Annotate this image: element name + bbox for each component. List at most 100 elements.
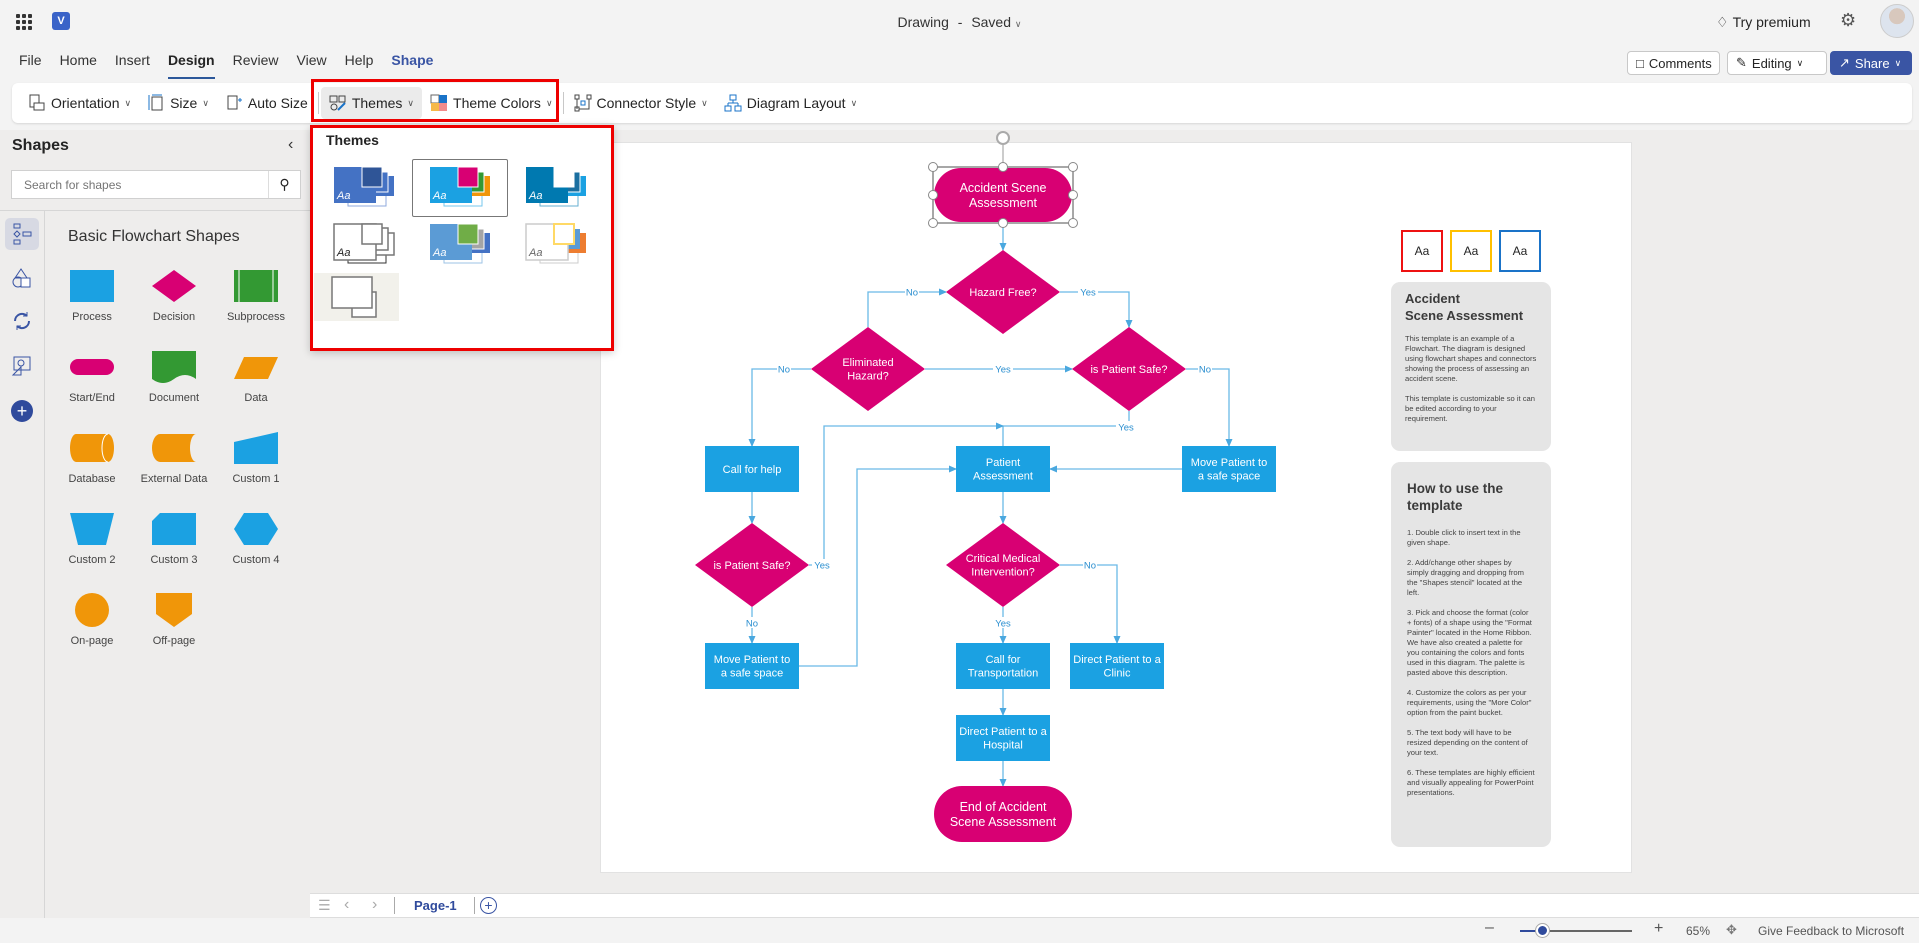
resize-handle[interactable]: [1068, 162, 1078, 172]
flow-node-text: Hospital: [983, 740, 1023, 752]
flow-node-start[interactable]: Accident SceneAssessment: [934, 168, 1072, 222]
flow-node-hospital[interactable]: Direct Patient to a Hospital: [956, 715, 1050, 761]
page-list-icon[interactable]: ☰: [318, 898, 334, 912]
divider: [394, 897, 395, 914]
flow-node-text: Hazard Free?: [969, 287, 1036, 299]
flow-node-text: Assessment: [969, 196, 1038, 210]
connector-label: Yes: [1118, 423, 1134, 434]
resize-handle[interactable]: [1068, 190, 1078, 200]
connector[interactable]: [1002, 411, 1130, 446]
flow-node-end[interactable]: End of AccidentScene Assessment: [934, 786, 1072, 842]
theme-option-3[interactable]: Aa: [508, 159, 604, 217]
connector-label: Yes: [1080, 288, 1096, 299]
palette-swatch-yellow[interactable]: Aa: [1450, 230, 1492, 272]
flow-node-text: Accident Scene: [960, 181, 1047, 195]
feedback-link[interactable]: Give Feedback to Microsoft: [1758, 924, 1904, 938]
flow-node-text: Move Patient to: [714, 654, 790, 666]
flow-node-text: Direct Patient to a: [1073, 654, 1161, 666]
svg-text:Aa: Aa: [528, 247, 542, 259]
flow-node-text: a safe space: [721, 668, 783, 680]
flow-node-patient-assess[interactable]: Patient Assessment: [956, 446, 1050, 492]
flow-node-text: is Patient Safe?: [713, 560, 790, 572]
themes-gallery-title: Themes: [326, 132, 379, 148]
flow-node-text: Direct Patient to a: [959, 726, 1047, 738]
howto-card-body: 1. Double click to insert text in the gi…: [1407, 528, 1535, 797]
flow-node-text: is Patient Safe?: [1090, 364, 1167, 376]
zoom-level[interactable]: 65%: [1686, 924, 1710, 938]
connector[interactable]: [748, 368, 811, 447]
next-page-icon[interactable]: ›: [372, 896, 377, 914]
flow-node-text: End of Accident: [960, 800, 1047, 814]
connector-label: No: [778, 365, 790, 376]
flow-node-call-transport[interactable]: Call for Transportation: [956, 643, 1050, 689]
zoom-out-button[interactable]: –: [1485, 919, 1494, 937]
flow-node-call-help[interactable]: Call for help: [705, 446, 799, 492]
flow-node-patient-safe-l[interactable]: is Patient Safe?: [695, 523, 809, 607]
resize-handle[interactable]: [928, 162, 938, 172]
connector[interactable]: [1186, 368, 1233, 447]
svg-text:Aa: Aa: [432, 247, 446, 259]
divider: [474, 897, 475, 914]
resize-handle[interactable]: [998, 162, 1008, 172]
resize-handle[interactable]: [998, 218, 1008, 228]
connector[interactable]: [1060, 564, 1121, 644]
theme-option-1[interactable]: Aa: [316, 159, 412, 217]
palette-swatch-blue[interactable]: Aa: [1499, 230, 1541, 272]
resize-handle[interactable]: [928, 218, 938, 228]
flow-node-critical[interactable]: Critical Medical Intervention?: [946, 523, 1060, 607]
theme-option-2[interactable]: Aa: [412, 159, 508, 217]
flow-node-text: Transportation: [968, 668, 1039, 680]
flow-node-hazard-free[interactable]: Hazard Free?: [946, 250, 1060, 334]
rotate-handle-icon[interactable]: [996, 131, 1010, 145]
flow-node-text: Patient: [986, 457, 1020, 469]
resize-handle[interactable]: [1068, 218, 1078, 228]
svg-text:Aa: Aa: [432, 190, 446, 202]
connector-label: Yes: [995, 619, 1011, 630]
add-page-button[interactable]: +: [480, 897, 497, 914]
flow-node-text: Assessment: [973, 471, 1033, 483]
page-tabs-bar: ☰ ‹ › Page-1 +: [310, 893, 1919, 918]
svg-text:Aa: Aa: [336, 190, 350, 202]
zoom-slider[interactable]: [1520, 924, 1632, 937]
info-card-title: Accident Scene Assessment: [1405, 291, 1524, 323]
flow-node-text: Critical Medical: [966, 553, 1041, 565]
theme-option-5[interactable]: Aa: [412, 216, 508, 274]
themes-gallery: Themes Aa Aa Aa Aa Aa Aa: [310, 125, 614, 351]
page-tab-page-1[interactable]: Page-1: [414, 898, 457, 913]
connector-label: No: [906, 288, 918, 299]
flow-node-eliminated[interactable]: Eliminated Hazard?: [811, 327, 925, 411]
flow-node-text: a safe space: [1198, 471, 1260, 483]
zoom-in-button[interactable]: +: [1654, 920, 1663, 938]
flow-node-patient-safe-r[interactable]: is Patient Safe?: [1072, 327, 1186, 411]
flow-node-clinic[interactable]: Direct Patient to a Clinic: [1070, 643, 1164, 689]
theme-option-4[interactable]: Aa: [316, 216, 412, 274]
theme-option-7[interactable]: [314, 273, 399, 321]
connector-label: Yes: [814, 561, 830, 572]
connector-label: No: [1199, 365, 1211, 376]
flow-node-text: Call for: [986, 654, 1021, 666]
connector-label: No: [746, 619, 758, 630]
flow-node-text: Eliminated: [842, 357, 893, 369]
flow-node-move-r[interactable]: Move Patient to a safe space: [1182, 446, 1276, 492]
flow-node-move-l[interactable]: Move Patient to a safe space: [705, 643, 799, 689]
resize-handle[interactable]: [928, 190, 938, 200]
theme-option-6[interactable]: Aa: [508, 216, 604, 274]
flow-node-text: Call for help: [723, 464, 782, 476]
flow-node-text: Scene Assessment: [950, 815, 1057, 829]
svg-text:Aa: Aa: [336, 247, 350, 259]
status-bar: – + 65% ✥ Give Feedback to Microsoft: [0, 918, 1919, 943]
info-card-body: This template is an example of a Flowcha…: [1405, 334, 1537, 423]
flow-node-text: Intervention?: [971, 567, 1035, 579]
howto-card[interactable]: How to use the template 1. Double click …: [1391, 462, 1551, 847]
flow-node-text: Hazard?: [847, 371, 889, 383]
info-card[interactable]: Accident Scene Assessment This template …: [1391, 282, 1551, 451]
palette-swatch-red[interactable]: Aa: [1401, 230, 1443, 272]
connector-label: No: [1084, 561, 1096, 572]
fit-to-window-icon[interactable]: ✥: [1726, 922, 1737, 938]
svg-text:Aa: Aa: [528, 190, 542, 202]
flow-node-text: Move Patient to: [1191, 457, 1267, 469]
connector-label: Yes: [995, 365, 1011, 376]
howto-card-title: How to use the template: [1407, 481, 1504, 513]
previous-page-icon[interactable]: ‹: [344, 896, 349, 914]
zoom-slider-thumb[interactable]: [1536, 924, 1550, 937]
